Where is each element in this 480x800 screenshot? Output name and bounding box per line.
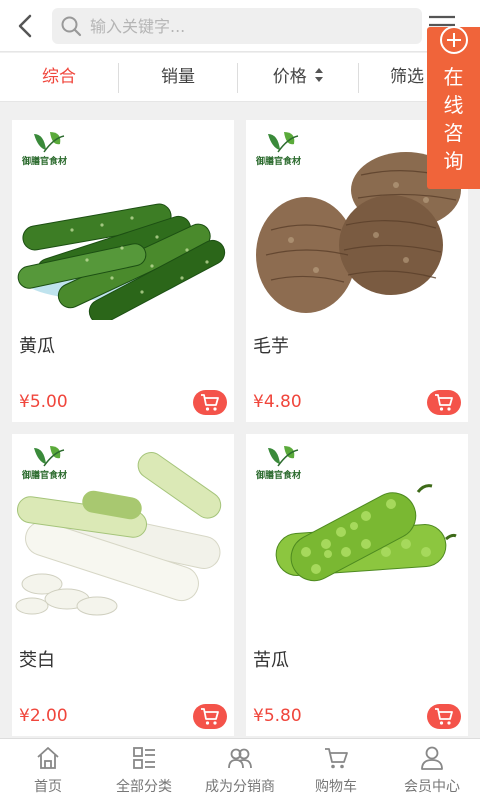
search-input[interactable] (90, 8, 410, 44)
sort-tab-label: 综合 (42, 67, 76, 87)
sort-tab-comprehensive[interactable]: 综合 (0, 53, 118, 101)
product-name[interactable]: 黄瓜 (19, 332, 55, 358)
home-icon (37, 747, 59, 769)
bottom-nav: 首页 全部分类 成为分销商 购物车 会员中心 (0, 738, 480, 800)
product-name[interactable]: 毛芋 (253, 332, 289, 358)
brand-text: 御膳官食材 (22, 157, 68, 167)
add-to-cart-button[interactable] (427, 704, 461, 729)
product-image-cucumber[interactable]: 御膳官食材 (12, 120, 234, 320)
product-price: ¥5.00 (19, 392, 68, 412)
sort-tab-sales[interactable]: 销量 (119, 53, 237, 101)
product-price: ¥4.80 (253, 392, 302, 412)
product-card[interactable]: 御膳官食材 苦瓜 ¥5.80 (246, 434, 468, 736)
brand-text: 御膳官食材 (22, 471, 68, 481)
nav-label: 全部分类 (116, 779, 172, 795)
cart-icon (201, 394, 219, 411)
product-price: ¥5.80 (253, 706, 302, 726)
search-icon (61, 16, 82, 37)
add-to-cart-button[interactable] (427, 390, 461, 415)
header (0, 0, 480, 52)
sort-tab-label: 销量 (161, 67, 195, 87)
category-icon (133, 747, 155, 769)
product-image-water-bamboo[interactable]: 御膳官食材 (12, 434, 234, 634)
plus-icon (440, 26, 468, 54)
nav-label: 成为分销商 (205, 779, 275, 795)
cart-icon (325, 748, 348, 769)
sort-bar: 综合 销量 价格 筛选 (0, 53, 480, 102)
nav-member-center[interactable]: 会员中心 (384, 739, 480, 800)
leaf-logo-icon (34, 132, 65, 153)
member-icon (421, 746, 443, 770)
brand-logo: 御膳官食材 (22, 444, 82, 484)
nav-label: 会员中心 (404, 779, 460, 795)
brand-logo: 御膳官食材 (22, 130, 82, 170)
cart-icon (435, 708, 453, 725)
nav-all-categories[interactable]: 全部分类 (96, 739, 192, 800)
product-image-bitter-melon[interactable]: 御膳官食材 (246, 434, 468, 634)
product-name[interactable]: 茭白 (19, 646, 55, 672)
leaf-logo-icon (268, 446, 299, 467)
nav-home[interactable]: 首页 (0, 739, 96, 800)
sort-tab-label: 筛选 (390, 67, 424, 87)
consult-label: 在线咨询 (443, 65, 464, 173)
distributor-icon (228, 748, 252, 769)
leaf-logo-icon (268, 132, 299, 153)
nav-label: 购物车 (315, 779, 357, 795)
brand-text: 御膳官食材 (256, 471, 302, 481)
product-card[interactable]: 御膳官食材 茭白 ¥2.00 (12, 434, 234, 736)
cart-icon (201, 708, 219, 725)
nav-become-distributor[interactable]: 成为分销商 (192, 739, 288, 800)
brand-logo: 御膳官食材 (256, 130, 316, 170)
search-box[interactable] (52, 8, 422, 44)
back-arrow-icon (18, 14, 32, 38)
product-card[interactable]: 御膳官食材 黄瓜 ¥5.00 (12, 120, 234, 422)
product-name[interactable]: 苦瓜 (253, 646, 289, 672)
add-to-cart-button[interactable] (193, 704, 227, 729)
sort-tab-label: 价格 (272, 67, 307, 87)
brand-text: 御膳官食材 (256, 157, 302, 167)
online-consult-button[interactable]: 在线咨询 (427, 26, 480, 189)
brand-logo: 御膳官食材 (256, 444, 316, 484)
cart-icon (435, 394, 453, 411)
nav-label: 首页 (34, 779, 62, 795)
add-to-cart-button[interactable] (193, 390, 227, 415)
sort-arrows-icon (315, 68, 324, 82)
sort-tab-price[interactable]: 价格 (238, 53, 358, 101)
back-button[interactable] (8, 6, 44, 46)
leaf-logo-icon (34, 446, 65, 467)
nav-cart[interactable]: 购物车 (288, 739, 384, 800)
product-price: ¥2.00 (19, 706, 68, 726)
